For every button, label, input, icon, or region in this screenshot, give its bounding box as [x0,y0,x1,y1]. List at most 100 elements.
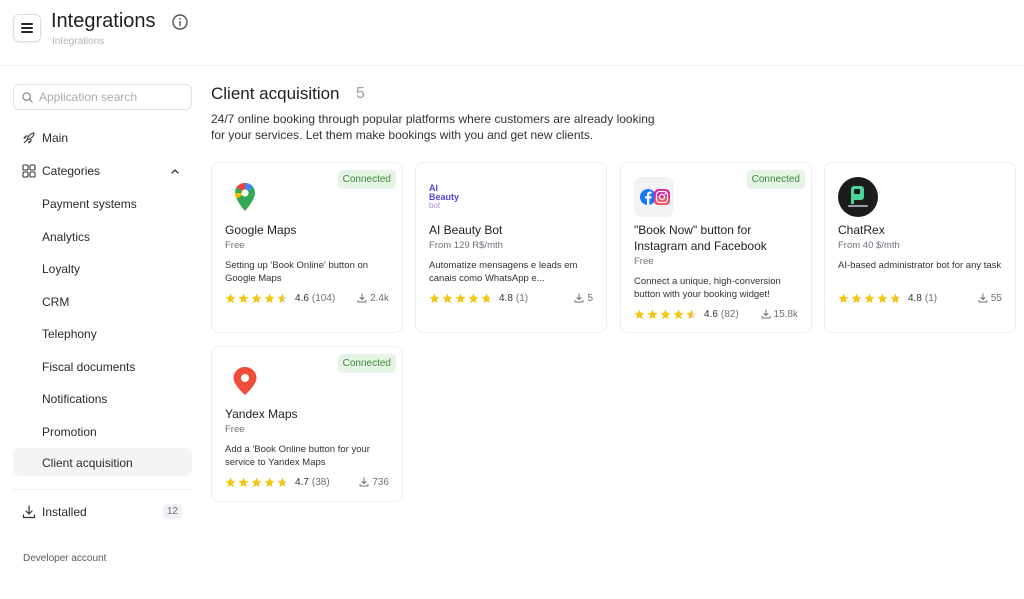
card-description: Connect a unique, high-conversion button… [634,276,781,300]
integration-card-book-now-instagram-facebook[interactable]: Connected "Book Now" button for Instagra… [620,162,812,333]
star-icon [890,293,901,303]
card-downloads: 55 [978,292,1002,304]
card-price: From 129 R$/mth [429,240,503,251]
search-input[interactable] [39,90,189,104]
star-icon [277,293,288,303]
rating-value: 4.6 [704,308,718,320]
sidebar-item-label: Telephony [42,327,97,341]
review-count: (104) [311,292,336,304]
sidebar-item-label: Promotion [42,425,97,439]
card-downloads: 2.4k [357,292,389,304]
star-rating-icons [225,477,290,488]
section-title: Client acquisition [211,84,340,103]
page-title: Integrations [51,10,156,32]
card-price: Free [225,240,245,251]
sidebar-item-main[interactable]: Main [13,124,192,152]
download-count: 736 [372,476,389,488]
integration-card-yandex-maps[interactable]: Connected Yandex Maps Free Add a 'Book O… [211,346,403,502]
sidebar-item-label: CRM [42,295,70,309]
sidebar-item-fiscal-documents[interactable]: Fiscal documents [13,352,192,380]
card-price: Free [634,256,654,267]
section-count: 5 [356,85,365,102]
card-description: AI-based administrator bot for any task [838,260,1002,271]
card-downloads: 15.8k [761,308,798,320]
review-count: (38) [311,476,330,488]
hamburger-icon [21,23,33,33]
star-icon [647,309,658,319]
star-icon [468,293,479,303]
integration-card-ai-beauty-bot[interactable]: AI Beauty bot AI Beauty Bot From 129 R$/… [415,162,607,333]
google-maps-logo [225,177,265,217]
sidebar-item-payment-systems[interactable]: Payment systems [13,189,192,217]
grid-icon [22,164,36,178]
info-icon[interactable] [172,14,188,30]
star-rating-icons [634,309,699,320]
star-icon [442,293,453,303]
sidebar-item-installed[interactable]: Installed 12 [13,498,192,526]
sidebar-item-categories[interactable]: Categories [13,157,192,185]
integration-card-chatrex[interactable]: ChatRex From 40 $/mth AI-based administr… [824,162,1016,333]
card-price: From 40 $/mth [838,240,900,251]
card-rating: 4.6 (82) [634,308,739,320]
rating-value: 4.8 [499,292,513,304]
connected-badge: Connected [746,170,805,189]
star-icon [429,293,440,303]
card-rating: 4.8 (1) [838,292,937,304]
sidebar-divider [13,489,192,490]
connected-badge: Connected [337,170,396,189]
rating-value: 4.7 [295,476,309,488]
sidebar-item-crm[interactable]: CRM [13,287,192,315]
download-count: 2.4k [370,292,389,304]
star-icon [877,293,888,303]
menu-button[interactable] [13,14,41,42]
sidebar-item-label: Fiscal documents [42,360,136,374]
review-count: (1) [924,292,938,304]
star-icon [660,309,671,319]
card-title: Yandex Maps [225,407,298,421]
sidebar-item-label: Payment systems [42,197,137,211]
ai-beauty-bot-logo: AI Beauty bot [429,177,469,217]
sidebar-item-label: Analytics [42,230,91,244]
sidebar-item-label: Loyalty [42,262,81,276]
logo-text: bot [429,201,441,210]
breadcrumb[interactable]: Integrations [52,36,104,47]
card-rating: 4.6 (104) [225,292,335,304]
chevron-up-icon[interactable] [170,166,180,176]
download-icon [357,293,367,303]
installed-count-badge: 12 [162,504,182,519]
sidebar-item-label: Notifications [42,392,108,406]
star-icon [634,309,645,319]
star-rating-icons [225,293,290,304]
sidebar-item-telephony[interactable]: Telephony [13,319,192,347]
rating-value: 4.8 [908,292,922,304]
page-header: Integrations Integrations [0,0,1024,66]
sidebar-item-label: Installed [42,505,87,519]
logo-text: AI Beauty [429,183,460,202]
download-icon [359,477,369,487]
sidebar-item-notifications[interactable]: Notifications [13,384,192,412]
card-downloads: 5 [574,292,593,304]
chatrex-logo [838,177,878,217]
search-icon [22,91,33,103]
star-icon [225,477,236,487]
star-icon [251,293,262,303]
card-rating: 4.8 (1) [429,292,528,304]
card-title: "Book Now" button for Instagram and Face… [634,223,767,253]
developer-account-link[interactable]: Developer account [23,553,106,564]
sidebar-item-loyalty[interactable]: Loyalty [13,254,192,282]
integration-card-google-maps[interactable]: Connected Google Maps Free Setting up 'B… [211,162,403,333]
review-count: (1) [515,292,529,304]
star-icon [864,293,875,303]
download-icon [978,293,988,303]
connected-badge: Connected [337,354,396,373]
star-icon [838,293,849,303]
star-icon [481,293,492,303]
sidebar-item-analytics[interactable]: Analytics [13,222,192,250]
card-description: Setting up 'Book Online' button on Googl… [225,260,369,284]
download-icon [22,505,36,519]
section-description: 24/7 online booking through popular plat… [211,112,655,142]
download-icon [761,309,771,319]
sidebar-item-promotion[interactable]: Promotion [13,417,192,445]
star-rating-icons [838,293,903,304]
sidebar-item-client-acquisition[interactable]: Client acquisition [13,448,192,476]
